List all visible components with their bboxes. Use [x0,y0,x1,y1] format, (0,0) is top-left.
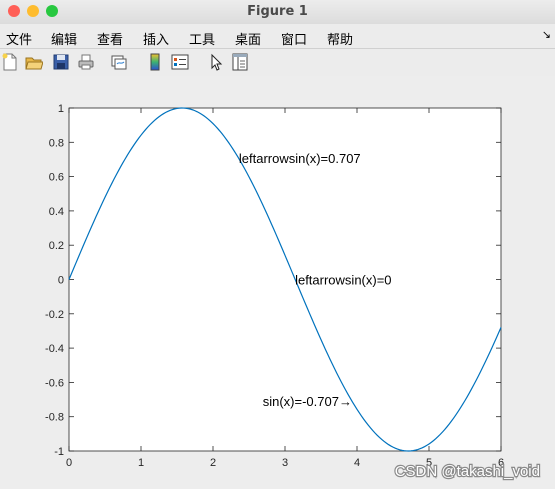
window-title: Figure 1 [247,4,308,19]
menu-tools[interactable]: 工具 [189,29,215,48]
y-tick-label: 0.8 [49,137,64,149]
x-tick-label: 4 [354,457,360,469]
annotation-text: sin(x)=-0.707→ [263,394,352,409]
pointer-icon[interactable] [207,53,225,71]
menu-view[interactable]: 查看 [97,29,123,48]
window-titlebar: Figure 1 [0,0,555,24]
menu-desktop[interactable]: 桌面 [235,29,261,48]
menu-edit[interactable]: 编辑 [51,29,77,48]
x-tick-label: 1 [138,457,144,469]
legend-icon[interactable] [171,53,189,71]
save-icon[interactable] [52,53,70,71]
annotation-text: leftarrowsin(x)=0 [295,273,391,288]
menu-file[interactable]: 文件 [6,29,32,48]
figure-canvas: 0 1 2 3 4 5 6 1 0.8 0.6 0.4 0.2 0 -0.2 -0.4 -0.6 -0.8 -1 l… [0,76,555,489]
x-tick-label: 0 [66,457,72,469]
y-tick-label: -1 [54,446,64,458]
menu-insert[interactable]: 插入 [143,29,169,48]
y-tick-label: -0.2 [45,309,64,321]
y-tick-label: -0.8 [45,412,64,424]
collapse-menu-icon[interactable]: ↘ [542,28,551,41]
open-file-icon[interactable] [25,53,43,71]
annotation-text: leftarrowsin(x)=0.707 [239,151,361,166]
y-tick-label: -0.4 [45,343,64,355]
sine-plot[interactable]: 0 1 2 3 4 5 610.80.60.40.20-0.2-0.4-0.6-0.8-1l… [0,76,555,489]
x-tick-label: 3 [282,457,288,469]
y-tick-label: 0.6 [49,172,64,184]
toolbar [0,49,555,75]
new-figure-icon[interactable] [1,53,19,71]
menu-bar: 文件 编辑 查看 插入 工具 桌面 窗口 帮助 ↘ [0,26,555,49]
watermark: CSDN @takashi_void [395,463,540,480]
y-tick-label: 0 [58,275,64,287]
link-plot-icon[interactable] [110,53,128,71]
print-icon[interactable] [77,53,95,71]
y-tick-label: -0.6 [45,377,64,389]
y-tick-label: 0.2 [49,240,64,252]
colorbar-icon[interactable] [146,53,164,71]
property-inspector-icon[interactable] [231,53,249,71]
menu-help[interactable]: 帮助 [327,29,353,48]
y-tick-label: 0.4 [49,206,64,218]
y-tick-label: 1 [58,103,64,115]
x-tick-label: 2 [210,457,216,469]
menu-window[interactable]: 窗口 [281,29,307,48]
